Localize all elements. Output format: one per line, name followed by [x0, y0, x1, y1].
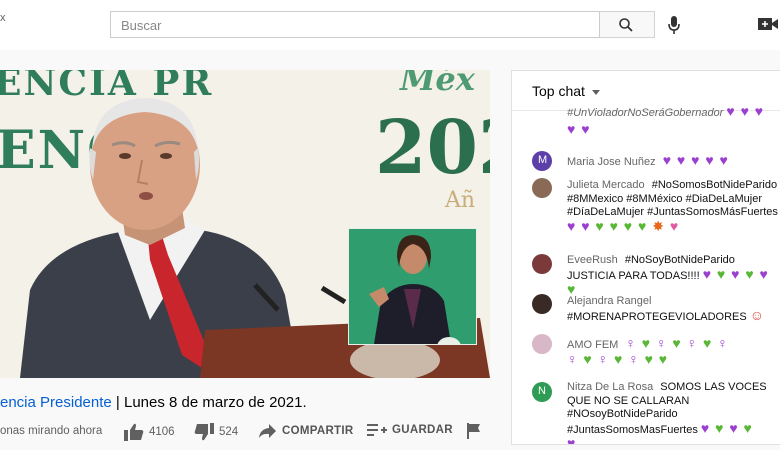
chat-author[interactable]: Maria Jose Nuñez — [567, 156, 656, 168]
emoji-row: ♥ ♥ ♥ ♥ — [700, 419, 753, 436]
clown-emoji: ☺ — [749, 306, 766, 323]
dislike-button[interactable]: 524 — [194, 423, 238, 441]
avatar[interactable] — [532, 178, 552, 198]
purple-heart-emoji: ♥ — [567, 435, 577, 445]
logo-fragment[interactable]: x — [0, 12, 6, 24]
dislike-count: 524 — [219, 426, 239, 438]
chat-message: AMO FEM ♀ ♥ ♀ ♥ ♀ ♥ ♀ ♀ ♥ ♀ ♥ ♀ ♥ ♥ — [567, 335, 780, 367]
masthead: x Buscar — [0, 0, 780, 50]
hashtag-link[interactable]: encia Presidente — [0, 394, 112, 411]
video-title-rest: | Lunes 8 de marzo de 2021. — [111, 394, 307, 411]
playlist-add-icon — [367, 424, 387, 436]
search-input[interactable]: Buscar — [110, 11, 600, 38]
chat-author[interactable]: Alejandra Rangel — [567, 295, 651, 307]
avatar[interactable]: N — [532, 382, 552, 402]
save-label: GUARDAR — [392, 424, 453, 436]
chat-message-continued: ♥ ♥ — [567, 121, 591, 139]
avatar[interactable] — [532, 254, 552, 274]
chat-message: Nitza De La Rosa SOMOS LAS VOCES QUE NO … — [567, 381, 780, 445]
chat-message: Julieta Mercado #NoSomosBotNideParido #8… — [567, 179, 780, 233]
share-button[interactable]: COMPARTIR — [258, 423, 353, 439]
video-title: encia Presidente | Lunes 8 de marzo de 2… — [0, 394, 307, 411]
chat-message: EveeRush #NoSoyBotNideParido JUSTICIA PA… — [567, 254, 780, 299]
chevron-down-icon[interactable] — [592, 90, 600, 95]
chat-message: Alejandra Rangel #MORENAPROTEGEVIOLADORE… — [567, 295, 780, 324]
search-icon — [619, 18, 633, 32]
chat-author[interactable]: Nitza De La Rosa — [567, 381, 653, 393]
flag-icon — [467, 423, 480, 439]
search-button[interactable] — [600, 11, 655, 38]
thumbs-up-icon — [124, 423, 144, 441]
emoji-row: ♥ ♥ ♥ ♥ ♥ ♥ ✸ ♥ — [567, 217, 680, 234]
avatar-letter: N — [538, 385, 546, 397]
chat-mode-label[interactable]: Top chat — [532, 83, 585, 99]
chat-text: #MORENAPROTEGEVIOLADORES — [567, 310, 747, 323]
chat-author[interactable]: AMO FEM — [567, 339, 618, 351]
avatar[interactable] — [532, 334, 552, 354]
purple-heart-emoji: ♥ ♥ ♥ — [726, 103, 765, 119]
sign-language-interpreter — [348, 228, 477, 345]
avatar-letter: M — [538, 154, 548, 166]
save-button[interactable]: GUARDAR — [367, 423, 453, 437]
chat-text: #UnVioladorNoSeráGobernador — [567, 107, 724, 119]
mic-icon[interactable] — [667, 15, 681, 35]
emoji-row: ♀ ♥ ♀ ♥ ♀ ♥ ♥ — [567, 350, 669, 367]
avatar[interactable]: M — [532, 151, 552, 171]
create-video-icon[interactable] — [758, 17, 778, 31]
viewer-count: onas mirando ahora — [0, 425, 103, 437]
purple-heart-emoji: ♥ ♥ ♥ ♥ ♥ — [662, 152, 729, 168]
chat-message: Maria Jose Nuñez ♥ ♥ ♥ ♥ ♥ — [567, 152, 780, 170]
share-icon — [259, 424, 276, 438]
chat-author[interactable]: EveeRush — [567, 254, 618, 266]
search-placeholder: Buscar — [121, 18, 162, 33]
share-label: COMPARTIR — [282, 425, 354, 437]
avatar[interactable] — [532, 294, 552, 314]
like-count: 4106 — [149, 426, 175, 438]
emoji-row: ♀ ♥ ♀ ♥ ♀ ♥ ♀ — [625, 335, 729, 351]
chat-author[interactable]: Julieta Mercado — [567, 179, 645, 191]
thumbs-down-icon — [194, 423, 214, 441]
chat-message: #UnVioladorNoSeráGobernador ♥ ♥ ♥ — [567, 103, 780, 121]
like-button[interactable]: 4106 — [124, 423, 175, 441]
video-player[interactable]: ENCIA PR ENCI Méx 202 Añ — [0, 70, 490, 378]
purple-heart-emoji: ♥ ♥ — [567, 121, 591, 137]
live-chat-panel: Top chat #UnVioladorNoSeráGobernador ♥ ♥… — [511, 70, 780, 445]
report-button[interactable] — [467, 423, 481, 439]
